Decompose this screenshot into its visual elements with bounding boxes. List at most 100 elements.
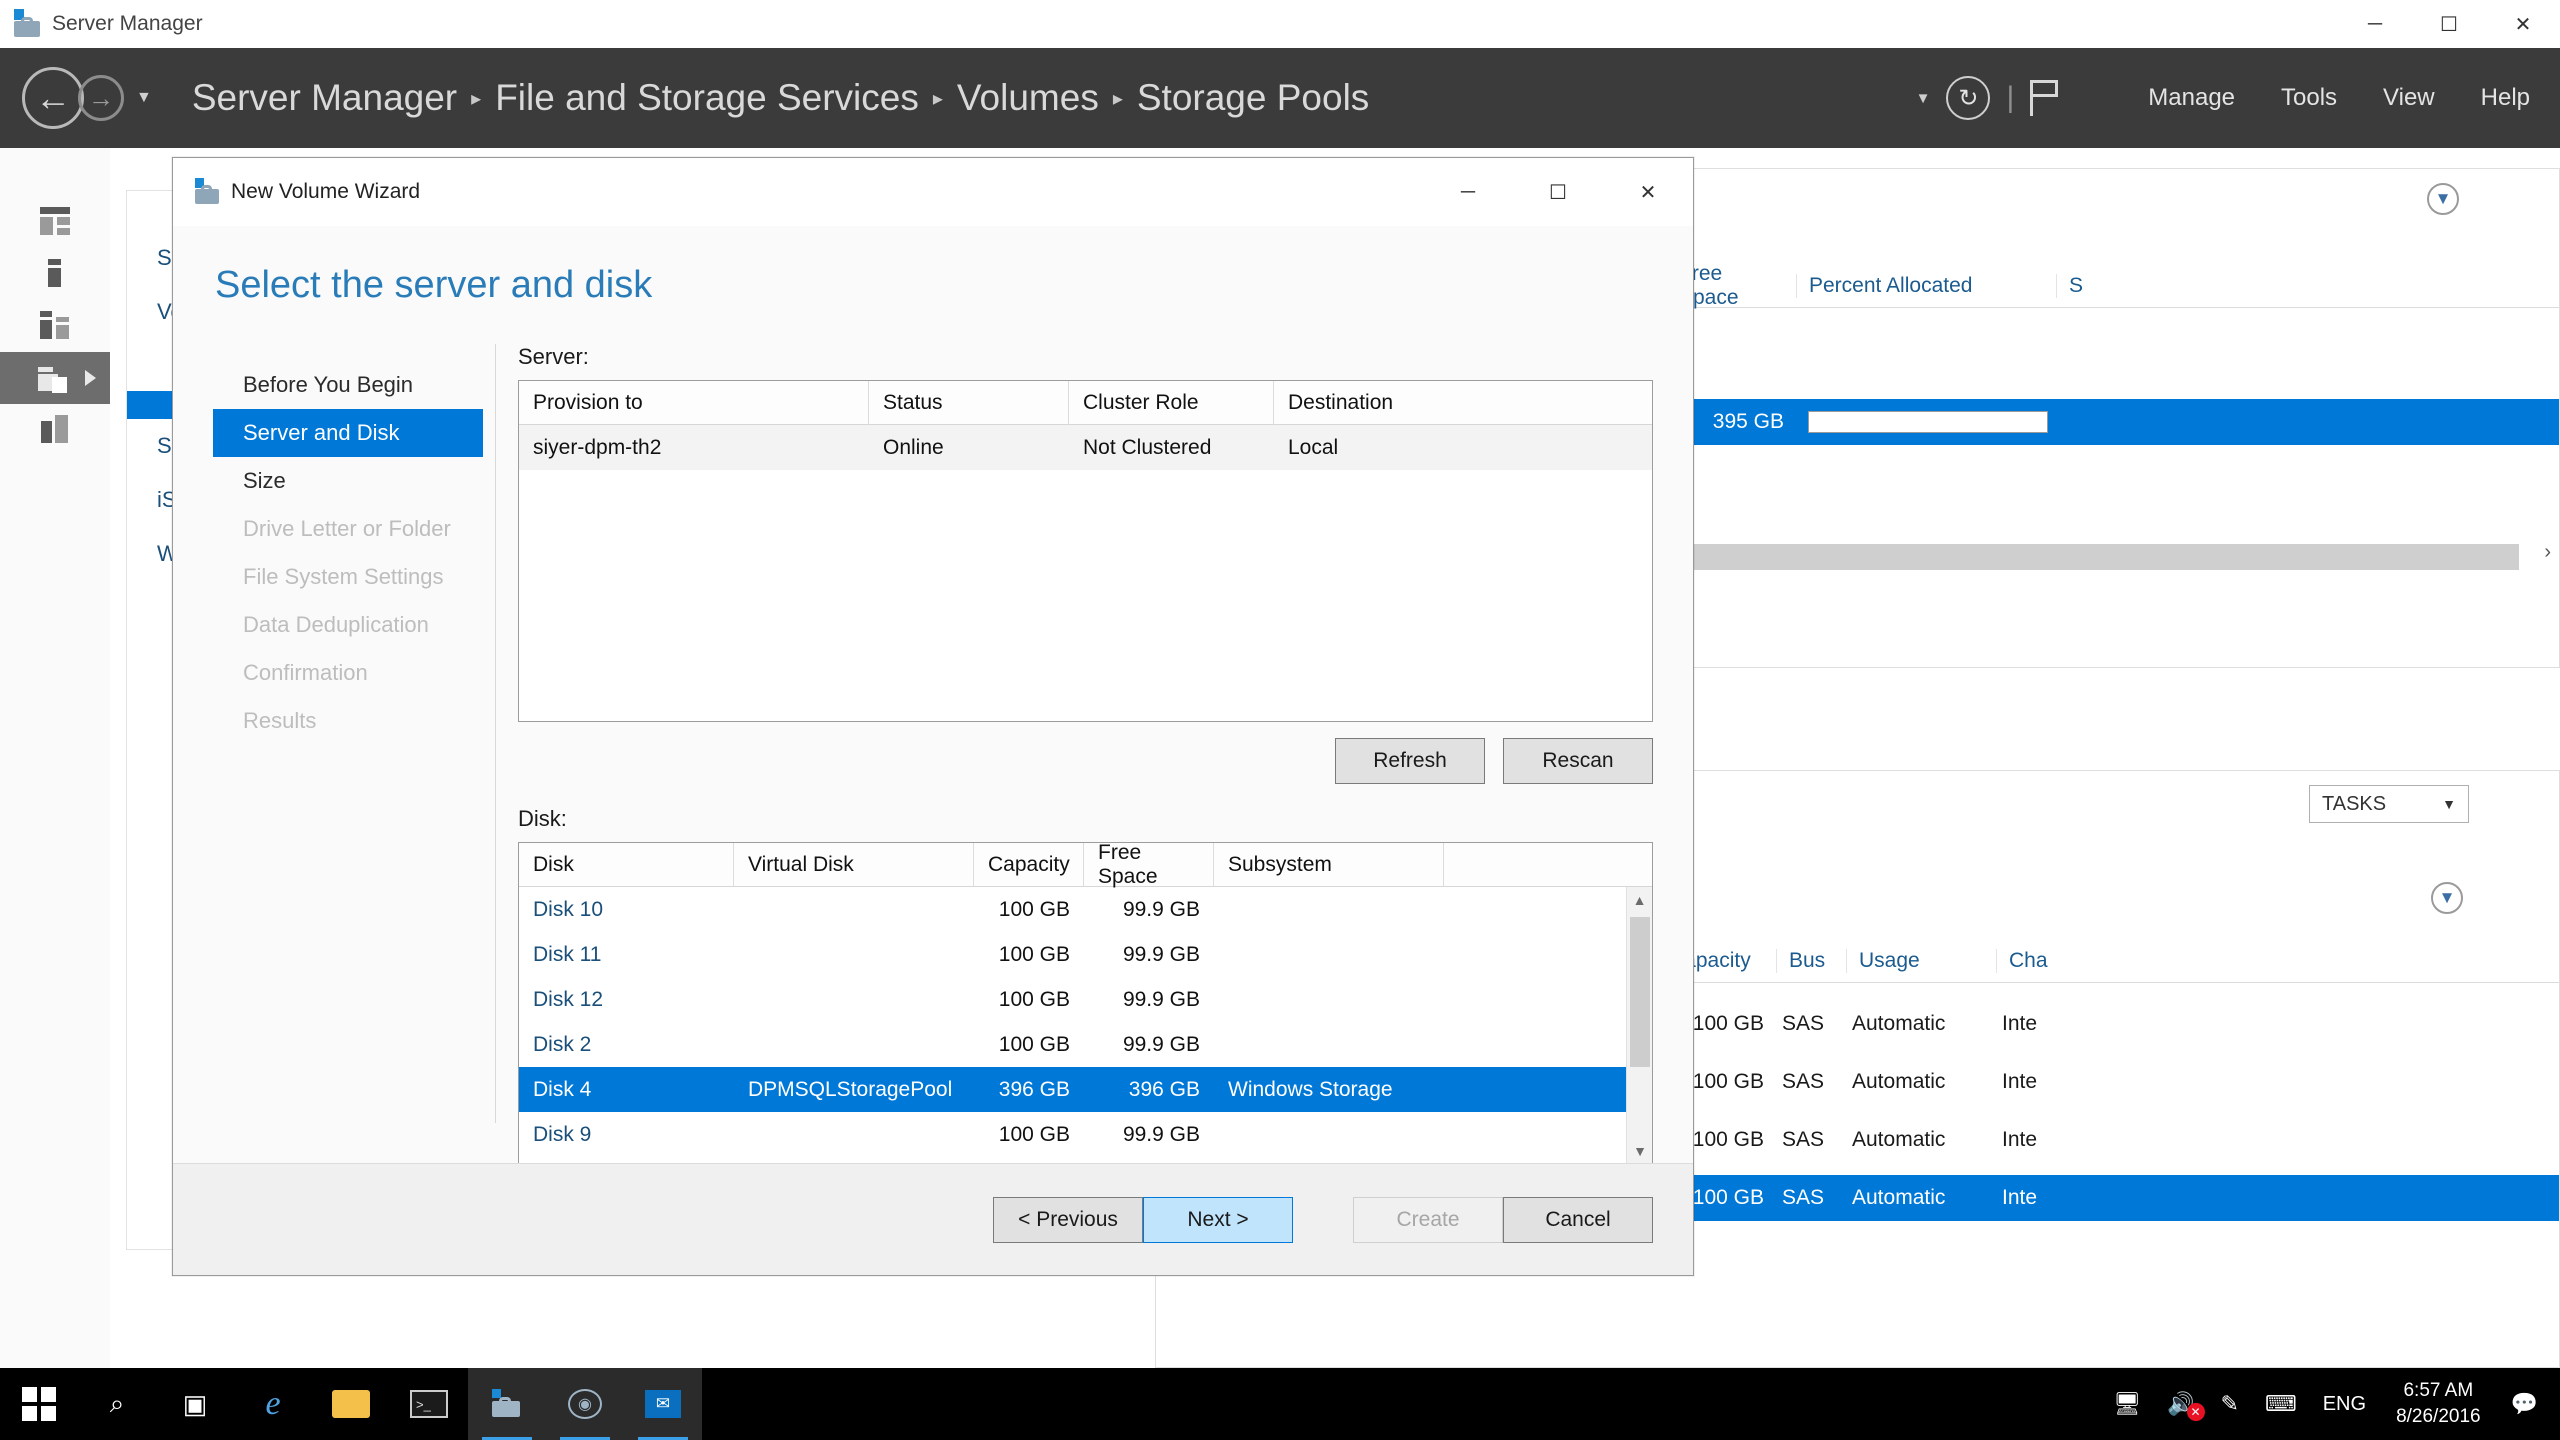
column-chassis[interactable]: Cha bbox=[1996, 948, 2086, 973]
internet-explorer-icon[interactable]: e bbox=[234, 1368, 312, 1440]
disk-grid[interactable]: Disk Virtual Disk Capacity Free Space Su… bbox=[518, 842, 1653, 1165]
wizard-step-data-deduplication: Data Deduplication bbox=[243, 612, 429, 637]
wizard-maximize-button[interactable]: ☐ bbox=[1513, 158, 1603, 226]
cell-usage: Automatic bbox=[1852, 1070, 1946, 1093]
menu-tools[interactable]: Tools bbox=[2281, 84, 2337, 112]
search-icon[interactable]: ⌕ bbox=[78, 1368, 156, 1440]
cancel-button[interactable]: Cancel bbox=[1503, 1196, 1653, 1243]
cell-capacity: 100 GB bbox=[998, 897, 1070, 921]
powershell-icon[interactable]: ◉ bbox=[546, 1368, 624, 1440]
table-row[interactable]: Disk 10 100 GB 99.9 GB bbox=[519, 887, 1652, 932]
minimize-button[interactable]: ─ bbox=[2338, 0, 2412, 48]
cell-destination: Local bbox=[1288, 435, 1339, 459]
clock-time: 6:57 AM bbox=[2403, 1380, 2474, 1402]
sidebar-item-local-server[interactable] bbox=[0, 248, 110, 300]
command-prompt-icon[interactable]: >_ bbox=[390, 1368, 468, 1440]
maximize-button[interactable]: ☐ bbox=[2412, 0, 2486, 48]
menu-manage[interactable]: Manage bbox=[2148, 84, 2235, 112]
forward-arrow-icon[interactable]: → bbox=[78, 75, 124, 121]
close-button[interactable]: ✕ bbox=[2486, 0, 2560, 48]
column-free-space[interactable]: Free Space bbox=[1084, 843, 1214, 888]
column-subsystem[interactable]: Subsystem bbox=[1214, 843, 1444, 887]
sidebar-item-all-servers[interactable] bbox=[0, 300, 110, 352]
table-row[interactable]: Disk 11 100 GB 99.9 GB bbox=[519, 932, 1652, 977]
scrollbar-thumb[interactable] bbox=[1630, 917, 1650, 1067]
chevron-down-icon[interactable]: ▼ bbox=[2427, 183, 2459, 215]
column-cluster-role[interactable]: Cluster Role bbox=[1069, 380, 1274, 425]
chevron-up-icon[interactable]: ▲ bbox=[1627, 887, 1652, 913]
chevron-down-icon[interactable]: ▼ bbox=[1627, 1138, 1652, 1164]
cell-bus: SAS bbox=[1782, 1186, 1825, 1209]
column-usage[interactable]: Usage bbox=[1846, 948, 1996, 973]
action-center-icon[interactable]: 💬 bbox=[2511, 1391, 2538, 1417]
sidebar-item-volumes[interactable] bbox=[0, 404, 110, 456]
wizard-minimize-button[interactable]: ─ bbox=[1423, 158, 1513, 226]
menu-help[interactable]: Help bbox=[2481, 84, 2530, 112]
file-explorer-icon[interactable] bbox=[312, 1368, 390, 1440]
menu-view[interactable]: View bbox=[2383, 84, 2435, 112]
cell-free-space: 99.9 GB bbox=[1122, 987, 1200, 1011]
server-section-label: Server: bbox=[518, 344, 589, 369]
wizard-step-confirmation: Confirmation bbox=[243, 660, 368, 685]
network-icon[interactable]: 🖥 bbox=[2113, 1391, 2141, 1417]
sidebar-item-file-and-storage-services[interactable] bbox=[0, 352, 110, 404]
keyboard-icon[interactable]: ⌨ bbox=[2265, 1391, 2297, 1417]
chevron-down-icon[interactable]: ▼ bbox=[2431, 882, 2463, 914]
chevron-down-icon[interactable]: ▼ bbox=[136, 89, 152, 107]
table-row[interactable]: Disk 9 100 GB 99.9 GB bbox=[519, 1112, 1652, 1157]
column-spacer bbox=[1444, 843, 1539, 887]
column-destination[interactable]: Destination bbox=[1274, 381, 1569, 425]
tasks-button[interactable]: TASKS ▼ bbox=[2309, 785, 2469, 823]
table-row[interactable]: Disk 2 100 GB 99.9 GB bbox=[519, 1022, 1652, 1067]
rescan-button[interactable]: Rescan bbox=[1503, 738, 1653, 784]
task-view-icon[interactable]: ▣ bbox=[156, 1368, 234, 1440]
column-status[interactable]: Status bbox=[869, 380, 1069, 425]
flag-icon[interactable] bbox=[2030, 80, 2064, 116]
table-row[interactable]: Disk 4 DPMSQLStoragePool 396 GB 396 GB W… bbox=[519, 1067, 1652, 1112]
breadcrumb-item-3[interactable]: Storage Pools bbox=[1137, 77, 1369, 119]
wizard-step-server-and-disk[interactable]: Server and Disk bbox=[213, 409, 483, 457]
server-manager-taskbar-icon[interactable] bbox=[468, 1368, 546, 1440]
navigation-bar: ← → ▼ Server Manager ▸ File and Storage … bbox=[0, 48, 2560, 148]
breadcrumb-item-0[interactable]: Server Manager bbox=[192, 77, 457, 119]
breadcrumb-separator: ▸ bbox=[1112, 87, 1123, 110]
table-row[interactable]: siyer-dpm-th2 Online Not Clustered Local bbox=[519, 425, 1652, 470]
cell-virtual-disk bbox=[734, 977, 974, 1022]
breadcrumb-item-2[interactable]: Volumes bbox=[957, 77, 1099, 119]
cell-chassis: Inte bbox=[2002, 1128, 2038, 1151]
next-button[interactable]: Next > bbox=[1143, 1196, 1293, 1243]
chevron-down-icon[interactable]: ▼ bbox=[1916, 90, 1931, 107]
column-status[interactable]: S bbox=[2056, 273, 2146, 298]
language-indicator[interactable]: ENG bbox=[2323, 1393, 2366, 1416]
refresh-icon[interactable]: ↻ bbox=[1946, 76, 1991, 120]
disk-grid-scrollbar[interactable]: ▲ ▼ bbox=[1626, 887, 1652, 1164]
clock[interactable]: 6:57 AM 8/26/2016 bbox=[2396, 1378, 2481, 1429]
chevron-right-icon[interactable]: › bbox=[2544, 541, 2551, 564]
sidebar-item-dashboard[interactable] bbox=[0, 196, 110, 248]
wizard-step-before-you-begin[interactable]: Before You Begin bbox=[213, 361, 483, 409]
column-bus[interactable]: Bus bbox=[1776, 948, 1846, 973]
column-percent-allocated[interactable]: Percent Allocated bbox=[1796, 273, 2056, 298]
table-row[interactable]: Disk 12 100 GB 99.9 GB bbox=[519, 977, 1652, 1022]
cell-usage: Automatic bbox=[1852, 1186, 1946, 1209]
pen-icon[interactable]: ✎ bbox=[2221, 1391, 2239, 1417]
clock-date: 8/26/2016 bbox=[2396, 1406, 2481, 1427]
refresh-button[interactable]: Refresh bbox=[1335, 738, 1485, 784]
wizard-step-size[interactable]: Size bbox=[213, 457, 483, 505]
column-provision-to[interactable]: Provision to bbox=[519, 380, 869, 425]
wizard-close-button[interactable]: ✕ bbox=[1603, 158, 1693, 226]
breadcrumb-item-1[interactable]: File and Storage Services bbox=[495, 77, 919, 119]
back-arrow-icon[interactable]: ← bbox=[22, 67, 84, 129]
cell-subsystem bbox=[1214, 887, 1444, 932]
windows-start-icon[interactable] bbox=[0, 1368, 78, 1440]
cell-free-space: 396 GB bbox=[1128, 1077, 1200, 1101]
column-virtual-disk[interactable]: Virtual Disk bbox=[734, 843, 974, 887]
column-capacity[interactable]: Capacity bbox=[974, 843, 1084, 887]
volume-muted-icon[interactable]: 🔊 ✕ bbox=[2167, 1391, 2205, 1421]
column-disk[interactable]: Disk bbox=[519, 843, 734, 887]
server-grid[interactable]: Provision to Status Cluster Role Destina… bbox=[518, 380, 1653, 722]
outlook-icon[interactable]: ✉ bbox=[624, 1368, 702, 1440]
previous-button[interactable]: < Previous bbox=[993, 1196, 1143, 1243]
server-grid-header: Provision to Status Cluster Role Destina… bbox=[519, 380, 1652, 425]
cell-chassis: Inte bbox=[2002, 1070, 2038, 1093]
